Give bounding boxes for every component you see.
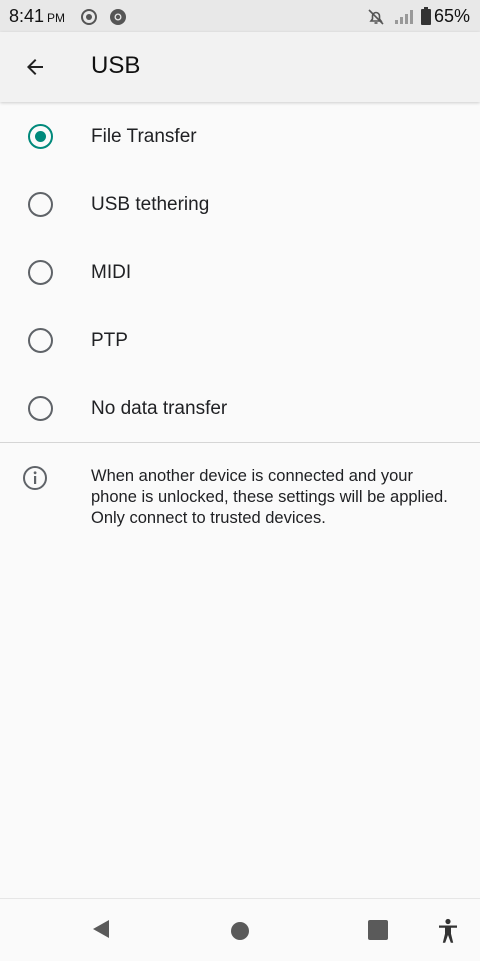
radio-button[interactable]	[28, 396, 53, 421]
status-bar: 8:41 PM 65%	[0, 0, 480, 32]
option-midi[interactable]: MIDI	[0, 238, 480, 306]
option-label: MIDI	[91, 262, 132, 283]
chrome-icon	[109, 8, 127, 31]
info-icon	[22, 465, 48, 496]
usb-options-list: File Transfer USB tethering MIDI PTP No …	[0, 102, 480, 442]
signal-icon	[394, 9, 414, 30]
app-bar: USB	[0, 32, 480, 102]
battery-percent: 65%	[433, 6, 470, 26]
option-file-transfer[interactable]: File Transfer	[0, 102, 480, 170]
option-label: No data transfer	[91, 398, 228, 419]
arrow-back-icon	[27, 59, 43, 75]
option-no-data-transfer[interactable]: No data transfer	[0, 374, 480, 442]
home-nav-icon[interactable]	[230, 921, 250, 946]
option-usb-tethering[interactable]: USB tethering	[0, 170, 480, 238]
radio-button[interactable]	[28, 192, 53, 217]
accessibility-icon[interactable]	[437, 918, 459, 949]
radio-button-selected[interactable]	[28, 124, 53, 149]
record-icon	[80, 8, 98, 31]
navigation-bar	[0, 898, 480, 961]
option-label: File Transfer	[91, 126, 197, 147]
divider	[0, 442, 480, 443]
radio-button[interactable]	[28, 260, 53, 285]
option-label: USB tethering	[91, 194, 210, 215]
recents-nav-icon[interactable]	[368, 920, 388, 945]
notifications-off-icon	[367, 8, 385, 31]
back-button[interactable]	[14, 46, 56, 88]
radio-button[interactable]	[28, 328, 53, 353]
option-ptp[interactable]: PTP	[0, 306, 480, 374]
status-time: 8:41 PM	[9, 6, 66, 26]
info-text: When another device is connected and you…	[91, 467, 448, 527]
option-label: PTP	[91, 330, 128, 351]
status-ampm: PM	[47, 11, 66, 25]
back-nav-icon[interactable]	[90, 918, 112, 945]
battery-icon	[421, 7, 431, 30]
page-title: USB	[91, 52, 141, 79]
